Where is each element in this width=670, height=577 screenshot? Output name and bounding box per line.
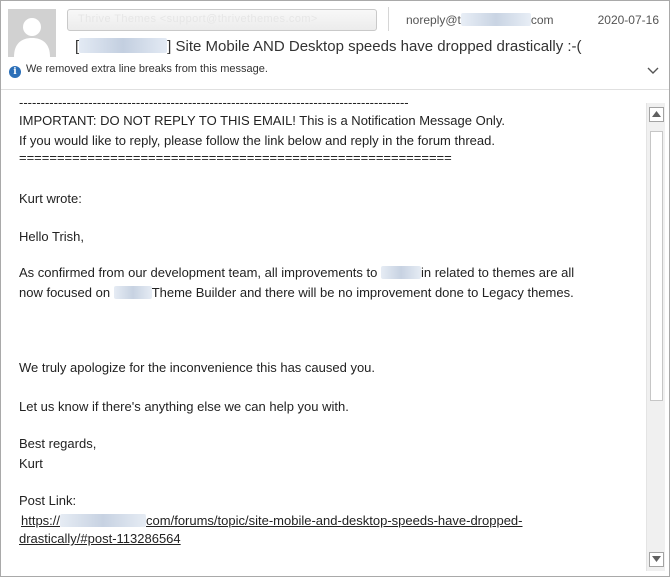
arrow-up-icon (652, 111, 661, 117)
post-link[interactable]: https:// com/forums/topic/site-mobile-and… (21, 513, 523, 528)
sender-name-field[interactable]: Thrive Themes <support@thrivethemes.com> (67, 9, 377, 31)
info-bar[interactable]: i We removed extra line breaks from this … (9, 63, 268, 78)
closing: Best regards, (19, 436, 97, 451)
greeting: Hello Trish, (19, 229, 85, 244)
reply-instructions: If you would like to reply, please follo… (19, 133, 495, 148)
paragraph-text: As confirmed from our development team, … (19, 265, 381, 280)
paragraph-text: in related to themes are all (420, 265, 575, 280)
email-reading-pane: Thrive Themes <support@thrivethemes.com>… (0, 0, 670, 577)
subject-text: ] Site Mobile AND Desktop speeds have dr… (167, 38, 582, 55)
redacted-text (380, 266, 421, 279)
redacted-text (113, 286, 152, 299)
chevron-down-icon[interactable] (647, 65, 659, 75)
message-header: Thrive Themes <support@thrivethemes.com>… (1, 1, 669, 89)
signature: Kurt (19, 456, 43, 471)
scroll-up-button[interactable] (649, 107, 664, 122)
sent-date: 2020-07-16 (597, 13, 659, 27)
vertical-scrollbar[interactable] (646, 103, 665, 571)
info-icon: i (9, 66, 21, 78)
paragraph-line: As confirmed from our development team, … (19, 265, 574, 280)
author-wrote: Kurt wrote: (19, 191, 82, 206)
sender-name: Thrive Themes <support@thrivethemes.com> (78, 13, 318, 25)
header-divider (388, 7, 389, 31)
apology-text: We truly apologize for the inconvenience… (19, 360, 376, 375)
person-icon (8, 9, 56, 57)
from-address[interactable]: noreply@t com (406, 13, 554, 27)
link-text: https:// (21, 513, 61, 528)
important-notice: IMPORTANT: DO NOT REPLY TO THIS EMAIL! T… (19, 113, 505, 128)
link-text: com/forums/topic/site-mobile-and-desktop… (146, 513, 523, 528)
redacted-text (79, 38, 168, 53)
separator-dashes: ----------------------------------------… (19, 95, 409, 110)
scrollbar-thumb[interactable] (650, 131, 663, 401)
help-text: Let us know if there's anything else we … (19, 399, 349, 414)
post-link-continued[interactable]: drastically/#post-113286564 (19, 531, 181, 546)
paragraph-line: now focused on Theme Builder and there w… (19, 285, 574, 300)
message-body: ----------------------------------------… (1, 90, 645, 576)
separator-equals: ========================================… (19, 150, 452, 165)
paragraph-text: now focused on (19, 285, 114, 300)
redacted-text (460, 13, 531, 26)
arrow-down-icon (652, 556, 661, 562)
info-text: We removed extra line breaks from this m… (26, 63, 268, 75)
scroll-down-button[interactable] (649, 552, 664, 567)
contact-avatar[interactable] (8, 9, 56, 57)
from-address-prefix: noreply@t (406, 13, 461, 27)
message-subject: [] Site Mobile AND Desktop speeds have d… (75, 38, 582, 55)
paragraph-text: Theme Builder and there will be no impro… (151, 285, 574, 300)
post-link-label: Post Link: (19, 493, 77, 508)
from-address-suffix: com (530, 13, 554, 27)
redacted-text (60, 514, 147, 527)
